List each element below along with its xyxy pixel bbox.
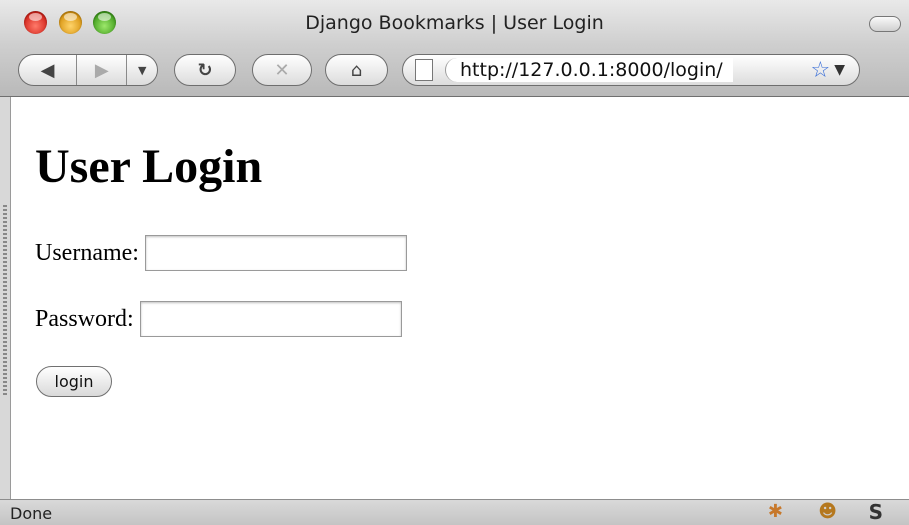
back-button[interactable]: ◀	[19, 55, 78, 85]
stop-icon: ✕	[274, 59, 290, 81]
forward-icon: ▶	[94, 59, 109, 81]
forward-button[interactable]: ▶	[77, 55, 128, 85]
navigation-toolbar: ◀ ▶ ▼ ↻ ✕ ⌂ http://127.0.0.1:8000/login/…	[0, 44, 909, 97]
sidebar-resize-handle[interactable]	[0, 97, 11, 499]
home-button[interactable]: ⌂	[325, 54, 388, 86]
password-label: Password:	[35, 305, 134, 332]
password-row: Password:	[35, 301, 402, 337]
username-field[interactable]	[144, 235, 407, 271]
reload-icon: ↻	[197, 59, 213, 81]
history-dropdown-button[interactable]: ▼	[127, 55, 157, 85]
page-content: User Login Username: Password: login	[11, 97, 909, 499]
login-button[interactable]: login	[36, 366, 112, 397]
toolbar-toggle-button[interactable]	[869, 16, 901, 32]
browser-window: Django Bookmarks | User Login ◀ ▶ ▼ ↻ ✕ …	[0, 0, 909, 525]
home-icon: ⌂	[350, 59, 363, 81]
page-icon	[415, 59, 433, 81]
window-title: Django Bookmarks | User Login	[305, 12, 604, 34]
username-label: Username:	[35, 239, 139, 266]
bookmark-star-icon[interactable]: ☆	[810, 58, 830, 83]
stop-button[interactable]: ✕	[252, 54, 312, 86]
s-icon[interactable]: S	[869, 502, 883, 522]
url-dropdown-icon[interactable]: ▼	[834, 62, 845, 78]
history-dropdown-icon: ▼	[137, 63, 147, 77]
page-title: User Login	[35, 140, 263, 193]
url-bar[interactable]: http://127.0.0.1:8000/login/ ☆ ▼	[402, 54, 860, 86]
username-row: Username:	[35, 235, 407, 271]
grip-icon	[3, 205, 7, 395]
status-text: Done	[10, 504, 53, 523]
password-field[interactable]	[139, 301, 402, 337]
greasemonkey-icon[interactable]: ☻	[818, 502, 837, 522]
firebug-icon[interactable]: ✱	[768, 502, 783, 522]
back-forward-group: ◀ ▶ ▼	[18, 54, 158, 86]
title-bar: Django Bookmarks | User Login	[0, 0, 909, 44]
reload-button[interactable]: ↻	[174, 54, 236, 86]
status-bar: Done ✱ ☻ S	[0, 499, 909, 525]
url-text[interactable]: http://127.0.0.1:8000/login/	[445, 58, 733, 82]
back-icon: ◀	[40, 59, 55, 81]
